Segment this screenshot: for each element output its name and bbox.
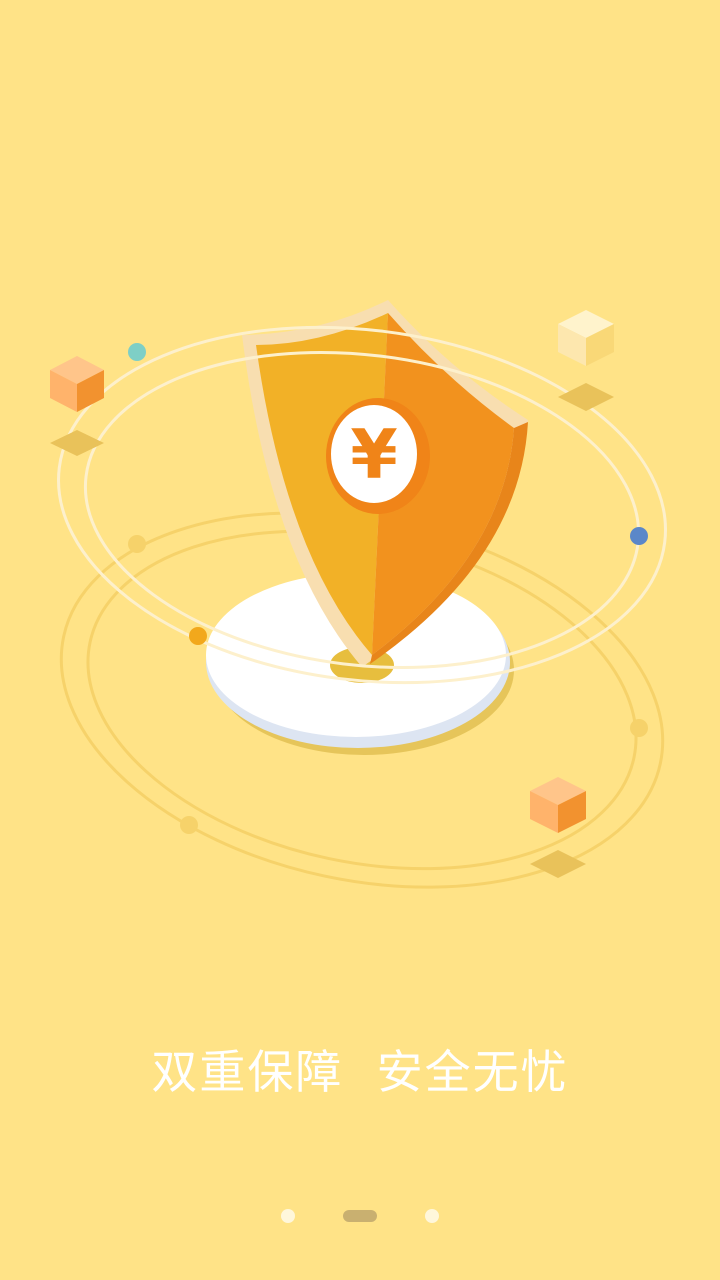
cube-icon — [558, 310, 614, 411]
orbit-dot-orange — [189, 627, 207, 645]
orbit-dot — [630, 719, 648, 737]
page-indicator-dot-1[interactable] — [281, 1209, 295, 1223]
cube-icon — [530, 777, 586, 878]
cube-icon — [50, 356, 104, 456]
slogan-text: 双重保障 安全无忧 — [151, 1045, 569, 1099]
shield-illustration: ¥ — [50, 300, 667, 889]
yen-icon: ¥ — [350, 416, 397, 495]
orbit-dot-blue — [630, 527, 648, 545]
page-indicator-dot-3[interactable] — [425, 1209, 439, 1223]
orbit-dot — [180, 816, 198, 834]
orbit-dot-teal — [128, 343, 146, 361]
page-indicator — [0, 1208, 720, 1224]
page-indicator-dot-2-active[interactable] — [343, 1210, 377, 1222]
orbit-dot — [128, 535, 146, 553]
